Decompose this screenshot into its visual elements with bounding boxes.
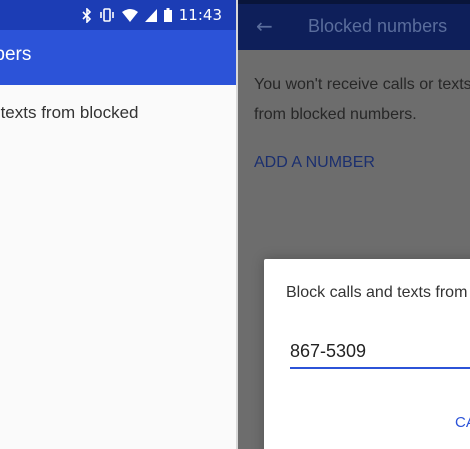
left-screen: 11:43 umbers calls or texts from blocked [0, 0, 236, 449]
block-number-dialog: Block calls and texts from CANCEL [264, 259, 470, 449]
app-bar: ← Blocked numbers [238, 4, 470, 50]
bluetooth-icon [82, 7, 92, 23]
dialog-title: Block calls and texts from [286, 284, 468, 301]
cancel-button[interactable]: CANCEL [455, 414, 470, 431]
description-text: You won't receive calls or texts from bl… [254, 76, 470, 123]
status-time: 11:43 [178, 6, 222, 24]
signal-icon [144, 8, 157, 22]
add-number-button[interactable]: ADD A NUMBER [254, 154, 375, 172]
phone-number-input[interactable] [290, 337, 470, 369]
right-screen: ← Blocked numbers You won't receive call… [238, 0, 470, 449]
status-icons: 11:43 [82, 6, 222, 24]
page-title: umbers [0, 44, 32, 65]
wifi-icon [121, 8, 138, 22]
status-bar: 11:43 [0, 0, 236, 30]
description-text: calls or texts from blocked [0, 103, 139, 122]
battery-icon [163, 8, 172, 22]
vibrate-icon [99, 8, 115, 22]
arrow-back-icon[interactable]: ← [256, 14, 273, 38]
app-bar: umbers [0, 30, 236, 85]
page-title: Blocked numbers [308, 16, 448, 36]
